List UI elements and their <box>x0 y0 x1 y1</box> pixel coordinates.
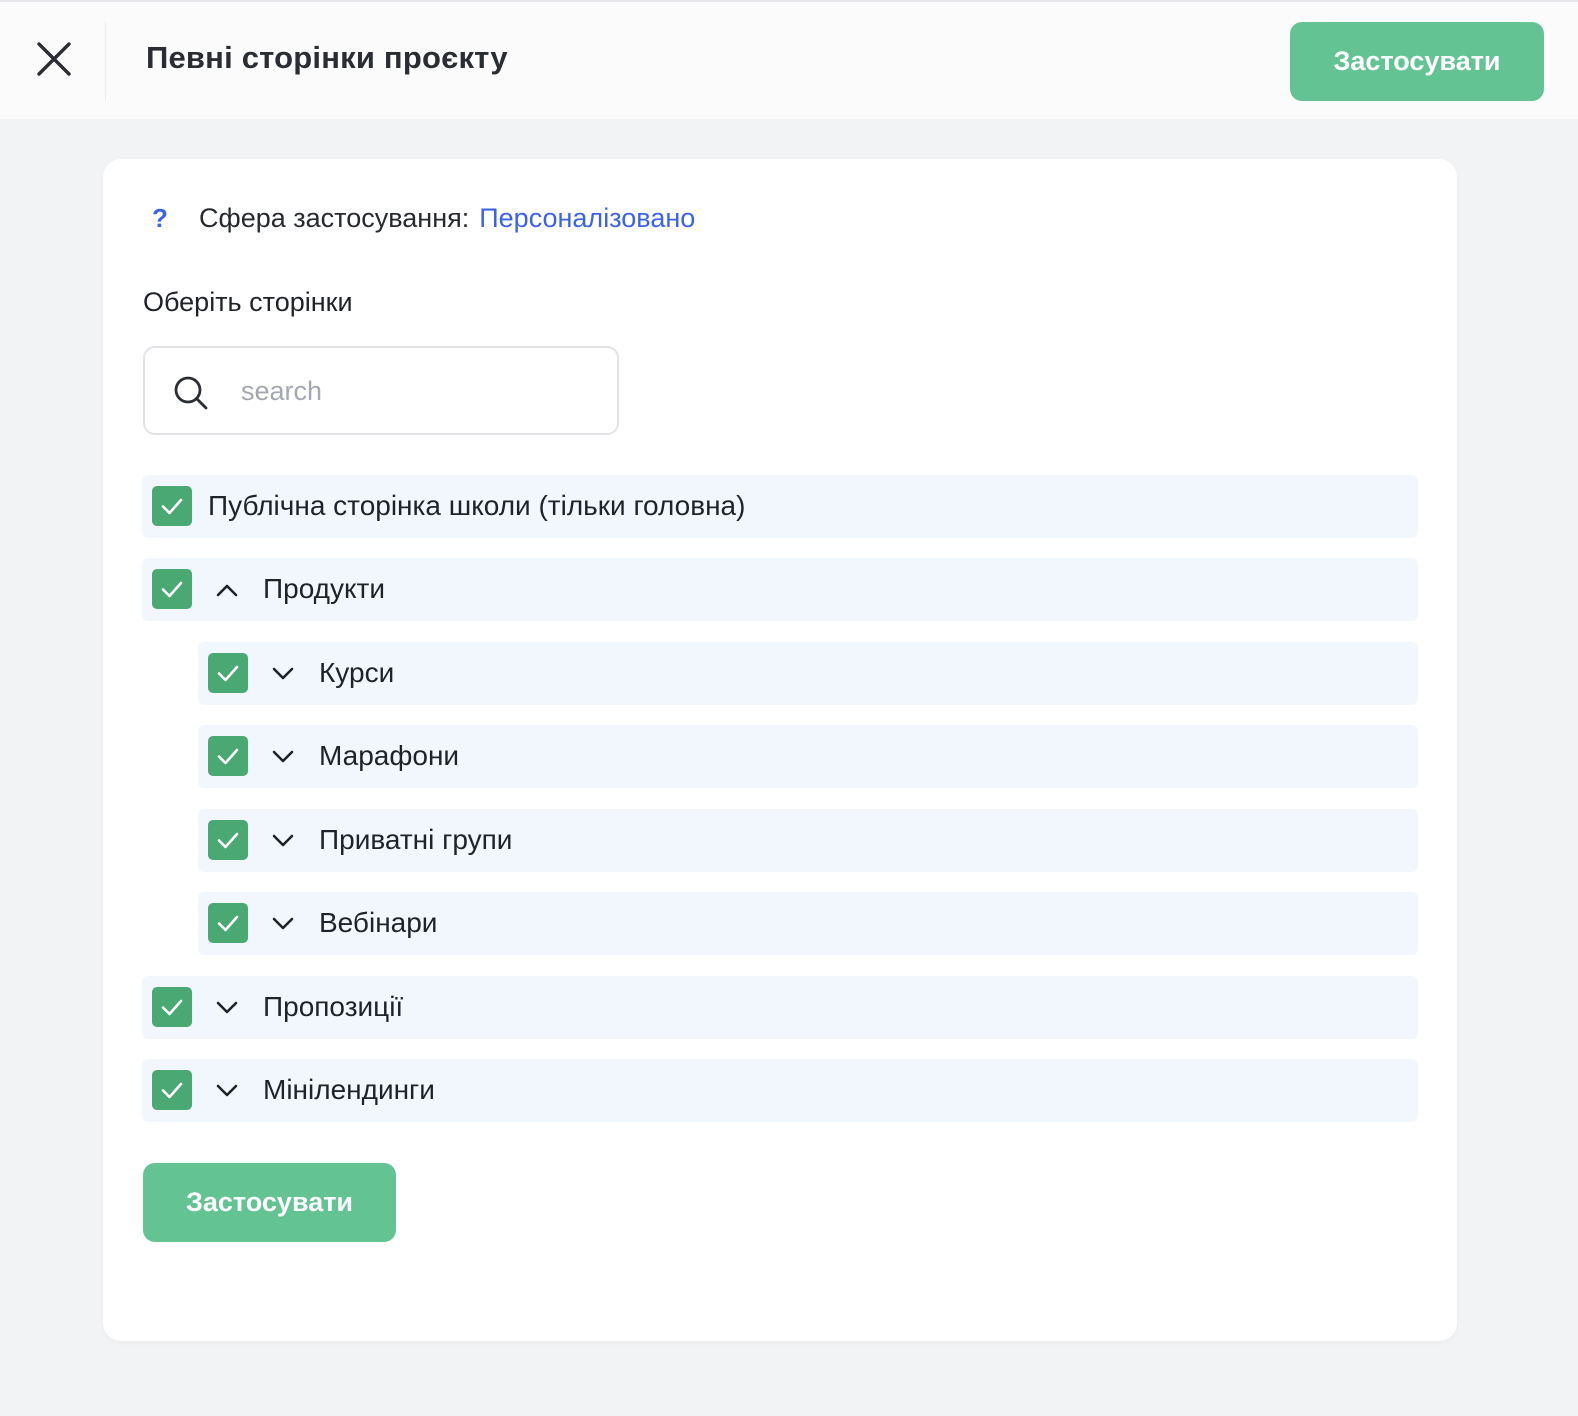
header-divider <box>105 22 106 101</box>
checkbox-checked[interactable] <box>152 569 192 609</box>
help-icon[interactable]: ? <box>149 203 171 234</box>
chevron-up-icon[interactable] <box>212 575 242 605</box>
chevron-down-icon[interactable] <box>212 993 242 1023</box>
checkbox-checked[interactable] <box>208 820 248 860</box>
page-item-courses[interactable]: Курси <box>198 642 1418 705</box>
scope-label: Сфера застосування: <box>199 203 470 233</box>
page-item-label: Пропозиції <box>263 991 404 1022</box>
page-item-label: Приватні групи <box>319 824 513 855</box>
page-item-webinars[interactable]: Вебінари <box>198 892 1418 955</box>
apply-button-bottom[interactable]: Застосувати <box>143 1163 396 1242</box>
checkbox-checked[interactable] <box>152 486 192 526</box>
search-icon <box>173 375 209 411</box>
page-item-private-groups[interactable]: Приватні групи <box>198 809 1418 872</box>
search-input[interactable] <box>241 370 601 412</box>
top-bar: Певні сторінки проєкту Застосувати <box>0 0 1578 119</box>
chevron-down-icon[interactable] <box>268 909 298 939</box>
check-icon <box>161 999 183 1016</box>
chevron-down-icon[interactable] <box>268 659 298 689</box>
checkbox-checked[interactable] <box>152 987 192 1027</box>
checkbox-checked[interactable] <box>208 903 248 943</box>
checkbox-checked[interactable] <box>208 653 248 693</box>
check-icon <box>161 581 183 598</box>
checkbox-checked[interactable] <box>152 1070 192 1110</box>
page-title: Певні сторінки проєкту <box>146 40 508 75</box>
page-item-label: Марафони <box>319 740 460 771</box>
close-button[interactable] <box>24 29 84 89</box>
check-icon <box>217 748 239 765</box>
page-item-marathons[interactable]: Марафони <box>198 725 1418 788</box>
page-item-products[interactable]: Продукти <box>142 558 1418 621</box>
page-item-minilandings[interactable]: Мінілендинги <box>142 1059 1418 1122</box>
chevron-down-icon[interactable] <box>268 742 298 772</box>
settings-card: ? Сфера застосування: Персоналізовано Об… <box>103 159 1457 1341</box>
page-item-label: Мінілендинги <box>263 1074 435 1105</box>
scope-row: ? Сфера застосування: Персоналізовано <box>149 203 695 234</box>
check-icon <box>217 665 239 682</box>
page-item-label: Продукти <box>263 573 386 604</box>
search-box <box>143 346 619 435</box>
scope-value-link[interactable]: Персоналізовано <box>479 203 695 234</box>
page-item-label: Вебінари <box>319 907 438 938</box>
apply-button-top[interactable]: Застосувати <box>1290 22 1544 101</box>
check-icon <box>217 832 239 849</box>
chevron-down-icon[interactable] <box>268 826 298 856</box>
page-item-label: Курси <box>319 657 395 688</box>
select-pages-title: Оберіть сторінки <box>143 287 353 317</box>
check-icon <box>217 915 239 932</box>
page-item-public-school[interactable]: Публічна сторінка школи (тільки головна) <box>142 475 1418 538</box>
page-item-offers[interactable]: Пропозиції <box>142 976 1418 1039</box>
chevron-down-icon[interactable] <box>212 1076 242 1106</box>
checkbox-checked[interactable] <box>208 736 248 776</box>
page-item-label: Публічна сторінка школи (тільки головна) <box>208 490 746 521</box>
check-icon <box>161 1082 183 1099</box>
check-icon <box>161 498 183 515</box>
close-icon <box>37 42 71 76</box>
